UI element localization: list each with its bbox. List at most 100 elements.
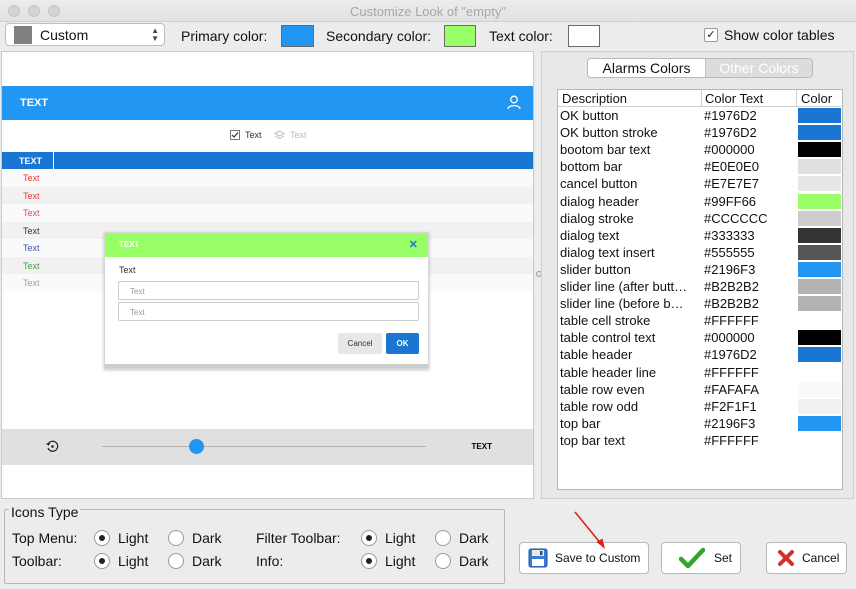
preview-dialog-input[interactable]: Text bbox=[118, 281, 419, 300]
top-menu-dark-option[interactable]: Dark bbox=[168, 530, 222, 546]
show-color-tables-checkbox[interactable]: ✓ bbox=[704, 28, 718, 42]
color-row-swatch[interactable] bbox=[798, 313, 841, 329]
color-row-hex: #FFFFFF bbox=[704, 364, 759, 380]
color-row-swatch[interactable] bbox=[798, 398, 841, 414]
light-label: Light bbox=[118, 530, 149, 546]
color-table-row[interactable]: bottom bar #E0E0E0 bbox=[558, 158, 842, 175]
info-light-option[interactable]: Light bbox=[361, 553, 415, 569]
color-table-row[interactable]: table cell stroke #FFFFFF bbox=[558, 312, 842, 329]
text-color-swatch[interactable] bbox=[568, 25, 600, 47]
top-menu-light-option[interactable]: Light bbox=[94, 530, 148, 546]
color-table-row[interactable]: dialog stroke #CCCCCC bbox=[558, 210, 842, 227]
text-color-label: Text color: bbox=[489, 28, 553, 44]
color-row-swatch[interactable] bbox=[798, 330, 841, 346]
color-row-description: cancel button bbox=[560, 176, 638, 192]
color-row-hex: #555555 bbox=[704, 244, 755, 260]
color-row-swatch[interactable] bbox=[798, 261, 841, 277]
history-icon[interactable] bbox=[46, 440, 59, 453]
preview-row-text: Text bbox=[23, 190, 40, 201]
color-table-row[interactable]: OK button #1976D2 bbox=[558, 107, 842, 124]
color-row-swatch[interactable] bbox=[798, 415, 841, 431]
color-row-swatch[interactable] bbox=[798, 159, 841, 175]
color-row-swatch[interactable] bbox=[798, 296, 841, 312]
color-table-row[interactable]: slider button #2196F3 bbox=[558, 261, 842, 278]
color-row-swatch[interactable] bbox=[798, 381, 841, 397]
color-table-row[interactable]: OK button stroke #1976D2 bbox=[558, 124, 842, 141]
color-row-hex: #000000 bbox=[704, 142, 755, 158]
filter-toolbar-light-radio[interactable] bbox=[361, 530, 377, 546]
close-icon[interactable]: ✕ bbox=[409, 238, 418, 251]
filter-toolbar-light-option[interactable]: Light bbox=[361, 530, 415, 546]
toolbar-dark-option[interactable]: Dark bbox=[168, 553, 222, 569]
info-dark-option[interactable]: Dark bbox=[435, 553, 489, 569]
tab-alarms-colors[interactable]: Alarms Colors bbox=[588, 59, 705, 77]
color-row-swatch[interactable] bbox=[798, 142, 841, 158]
color-row-swatch[interactable] bbox=[798, 176, 841, 192]
color-row-swatch[interactable] bbox=[798, 227, 841, 243]
color-table-row[interactable]: dialog text #333333 bbox=[558, 227, 842, 244]
color-row-swatch[interactable] bbox=[798, 432, 841, 448]
color-row-hex: #CCCCCC bbox=[704, 210, 768, 226]
color-table-row[interactable]: table header line #FFFFFF bbox=[558, 364, 842, 381]
color-table-row[interactable]: table row odd #F2F1F1 bbox=[558, 398, 842, 415]
show-color-tables-toggle[interactable]: ✓ Show color tables bbox=[704, 27, 835, 43]
preview-slider-track[interactable] bbox=[102, 446, 426, 447]
color-table-row[interactable]: table control text #000000 bbox=[558, 329, 842, 346]
color-row-swatch[interactable] bbox=[798, 125, 841, 141]
preview-bottom-bar-text: TEXT bbox=[471, 442, 492, 451]
primary-color-swatch[interactable] bbox=[281, 25, 314, 47]
column-color-text[interactable]: Color Text bbox=[705, 91, 763, 106]
color-table-row[interactable]: table row even #FAFAFA bbox=[558, 381, 842, 398]
toolbar-dark-radio[interactable] bbox=[168, 553, 184, 569]
preview-cancel-button[interactable]: Cancel bbox=[338, 333, 382, 354]
preview-table-row[interactable]: Text bbox=[2, 186, 533, 204]
color-row-swatch[interactable] bbox=[798, 364, 841, 380]
top-menu-label: Top Menu: bbox=[12, 530, 78, 546]
column-color[interactable]: Color bbox=[801, 91, 832, 106]
preview-filter-item[interactable]: Text bbox=[274, 130, 307, 140]
color-table-row[interactable]: top bar #2196F3 bbox=[558, 415, 842, 432]
user-icon[interactable] bbox=[507, 95, 521, 110]
color-row-hex: #99FF66 bbox=[704, 193, 757, 209]
preview-table-header: TEXT bbox=[2, 152, 533, 169]
color-table-row[interactable]: slider line (after butt… #B2B2B2 bbox=[558, 278, 842, 295]
preview-ok-button[interactable]: OK bbox=[386, 333, 419, 354]
column-description[interactable]: Description bbox=[562, 91, 627, 106]
color-row-swatch[interactable] bbox=[798, 108, 841, 123]
preview-slider-knob[interactable] bbox=[189, 439, 204, 454]
preview-filter-item[interactable]: Text bbox=[230, 130, 262, 140]
color-table-header: Description Color Text Color bbox=[558, 90, 842, 107]
toolbar-light-radio[interactable] bbox=[94, 553, 110, 569]
color-toolbar: Custom ▲ ▼ Primary color: Secondary color… bbox=[0, 22, 856, 50]
preview-panel: TEXT Text Text TEXT Text Text Text Text … bbox=[1, 51, 534, 499]
color-row-description: dialog text insert bbox=[560, 244, 655, 260]
tab-other-colors[interactable]: Other Colors bbox=[705, 59, 812, 77]
toolbar-light-option[interactable]: Light bbox=[94, 553, 148, 569]
info-light-radio[interactable] bbox=[361, 553, 377, 569]
window-title: Customize Look of "empty" bbox=[350, 4, 506, 19]
color-table-row[interactable]: top bar text #FFFFFF bbox=[558, 432, 842, 449]
color-table-row[interactable]: slider line (before b… #B2B2B2 bbox=[558, 295, 842, 312]
filter-toolbar-dark-option[interactable]: Dark bbox=[435, 530, 489, 546]
color-table-row[interactable]: dialog header #99FF66 bbox=[558, 193, 842, 210]
preview-dialog-input[interactable]: Text bbox=[118, 302, 419, 321]
top-menu-light-radio[interactable] bbox=[94, 530, 110, 546]
color-table-row[interactable]: cancel button #E7E7E7 bbox=[558, 175, 842, 192]
color-row-swatch[interactable] bbox=[798, 347, 841, 363]
secondary-color-swatch[interactable] bbox=[444, 25, 476, 47]
color-row-swatch[interactable] bbox=[798, 193, 841, 209]
filter-toolbar-dark-radio[interactable] bbox=[435, 530, 451, 546]
color-row-swatch[interactable] bbox=[798, 210, 841, 226]
color-row-swatch[interactable] bbox=[798, 244, 841, 260]
color-row-swatch[interactable] bbox=[798, 279, 841, 294]
top-menu-dark-radio[interactable] bbox=[168, 530, 184, 546]
preset-select[interactable]: Custom ▲ ▼ bbox=[5, 23, 165, 46]
cancel-button[interactable]: Cancel bbox=[766, 542, 847, 574]
color-table-row[interactable]: dialog text insert #555555 bbox=[558, 244, 842, 261]
info-dark-radio[interactable] bbox=[435, 553, 451, 569]
preview-table-row[interactable]: Text bbox=[2, 169, 533, 187]
preview-table-row[interactable]: Text bbox=[2, 204, 533, 222]
color-table-row[interactable]: table header #1976D2 bbox=[558, 346, 842, 363]
color-table-row[interactable]: bootom bar text #000000 bbox=[558, 141, 842, 158]
set-button[interactable]: Set bbox=[661, 542, 741, 574]
